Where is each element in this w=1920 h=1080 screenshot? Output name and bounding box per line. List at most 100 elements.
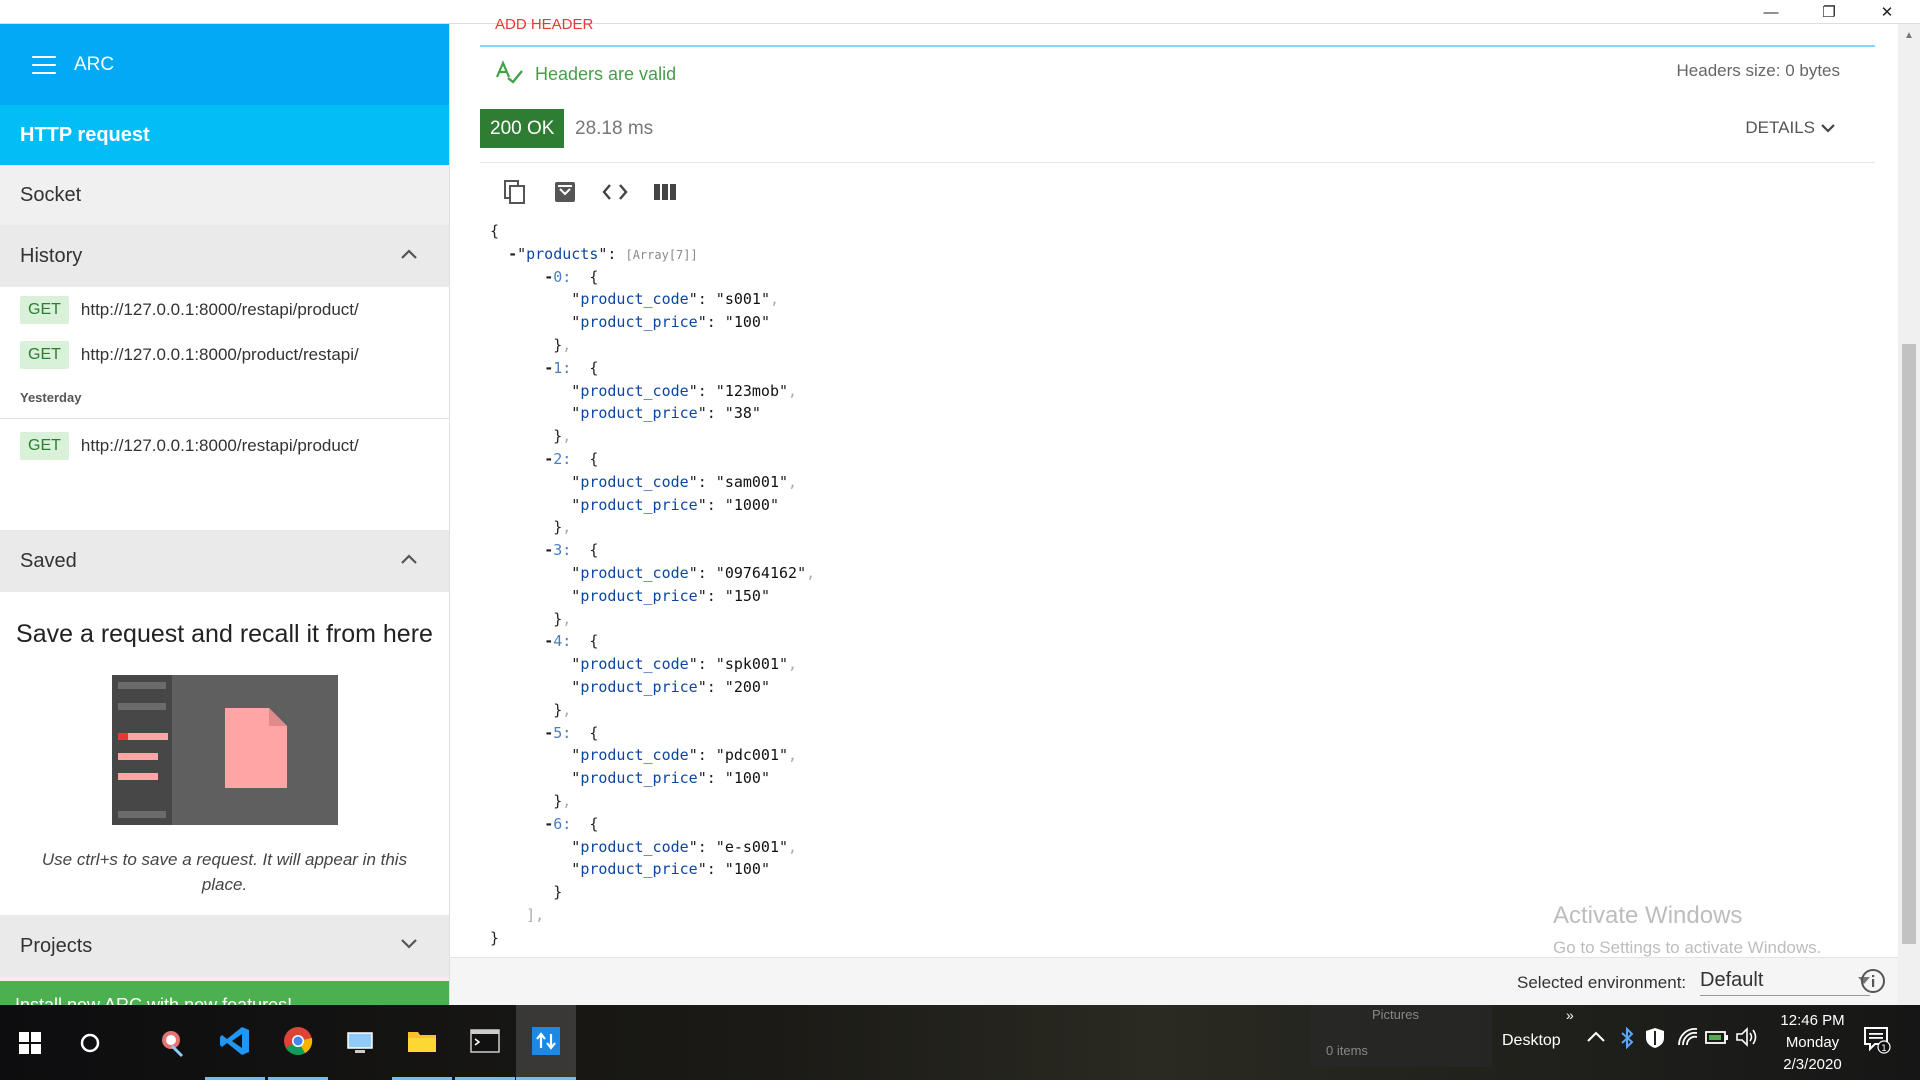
sidebar: ARC HTTP request Socket History GET http… <box>0 24 450 1005</box>
chrome-icon[interactable] <box>268 1005 328 1080</box>
clock-day: Monday <box>1785 1034 1840 1051</box>
chevron-down-icon[interactable] <box>401 939 417 953</box>
info-icon[interactable] <box>1860 968 1886 999</box>
json-field: "product_code": "pdc001", <box>490 746 798 765</box>
history-url: http://127.0.0.1:8000/product/restapi/ <box>80 344 359 364</box>
install-banner[interactable]: Install new ARC with new features! <box>0 981 449 1005</box>
json-field: "product_code": "e-s001", <box>490 837 798 856</box>
battery-icon[interactable] <box>1705 1029 1729 1050</box>
chevron-down-icon <box>1821 124 1835 133</box>
show-hidden-icons-icon[interactable] <box>1587 1029 1605 1047</box>
copy-icon[interactable] <box>490 176 540 208</box>
maximize-button[interactable]: ❐ <box>1800 0 1858 24</box>
arc-app-icon[interactable] <box>516 1005 576 1080</box>
history-day-label: Yesterday <box>0 377 449 419</box>
scrollbar[interactable]: ▲ <box>1898 24 1920 1005</box>
spellcheck-icon <box>495 60 523 89</box>
json-item-start: -2: { <box>544 449 599 468</box>
json-close-brace: } <box>490 928 500 947</box>
snipping-tool-icon[interactable] <box>143 1005 203 1080</box>
details-label: DETAILS <box>1745 118 1815 137</box>
menu-icon[interactable] <box>32 55 56 74</box>
saved-section-header[interactable]: Saved <box>0 530 449 592</box>
json-viewer: { -"products": [Array[7]] -0: { "product… <box>490 220 1290 950</box>
history-url: http://127.0.0.1:8000/restapi/product/ <box>80 435 359 455</box>
json-field: "product_price": "150" <box>490 586 770 605</box>
windows-start-icon[interactable] <box>0 1005 60 1080</box>
close-button[interactable]: ✕ <box>1858 0 1916 24</box>
divider <box>480 162 1875 163</box>
json-item-end: }, <box>490 700 572 719</box>
json-item-start: -6: { <box>544 814 599 833</box>
json-open-brace: { <box>490 222 500 240</box>
minimize-button[interactable]: — <box>1742 0 1800 24</box>
saved-empty-title: Save a request and recall it from here <box>16 620 433 648</box>
json-item-start: -0: { <box>544 267 599 286</box>
scrollbar-thumb[interactable] <box>1902 344 1916 944</box>
json-field: "product_code": "spk001", <box>490 655 798 674</box>
file-explorer-icon[interactable] <box>392 1005 452 1080</box>
json-field: "product_price": "100" <box>490 769 770 788</box>
vscode-icon[interactable] <box>205 1005 265 1080</box>
environment-select[interactable]: Default <box>1700 966 1870 996</box>
saved-empty-state: Save a request and recall it from here U… <box>0 592 449 915</box>
remote-desktop-icon[interactable] <box>330 1005 390 1080</box>
overflow-chevron-icon[interactable]: » <box>1566 1007 1574 1023</box>
code-icon[interactable] <box>590 176 640 208</box>
environment-bar: Selected environment: Default <box>450 957 1920 1005</box>
folder-peek-title: Pictures <box>1372 1007 1419 1022</box>
notification-center-icon[interactable]: 1 <box>1862 1025 1892 1060</box>
wifi-icon[interactable] <box>1677 1027 1699 1052</box>
json-item-end: }, <box>490 518 572 537</box>
notification-count: 1 <box>1881 1044 1887 1054</box>
projects-section-header[interactable]: Projects <box>0 915 449 977</box>
saved-hint: Use ctrl+s to save a request. It will ap… <box>41 850 408 894</box>
watermark-subtitle: Go to Settings to activate Windows. <box>1553 938 1822 957</box>
watermark-title: Activate Windows <box>1553 902 1743 929</box>
json-item-end: }, <box>490 427 572 446</box>
response-panel: ADD HEADER Headers are valid Headers siz… <box>450 16 1920 1005</box>
history-section-header[interactable]: History <box>0 225 449 287</box>
response-toolbar <box>490 176 690 208</box>
json-array-key: -"products": [Array[7]] <box>508 244 698 263</box>
details-button[interactable]: DETAILS <box>1745 118 1835 138</box>
desktop-toolbar[interactable]: Desktop <box>1502 1032 1561 1050</box>
method-badge: GET <box>20 295 69 324</box>
environment-value: Default <box>1700 969 1764 991</box>
scroll-up-icon[interactable]: ▲ <box>1904 30 1914 41</box>
history-list: GET http://127.0.0.1:8000/restapi/produc… <box>0 287 449 530</box>
history-item[interactable]: GET http://127.0.0.1:8000/restapi/produc… <box>0 287 449 332</box>
shield-icon[interactable] <box>1645 1027 1665 1054</box>
terminal-icon[interactable] <box>455 1005 515 1080</box>
json-item-start: -5: { <box>544 723 599 742</box>
history-title: History <box>20 244 83 267</box>
json-item-end: }, <box>490 791 572 810</box>
history-item[interactable]: GET http://127.0.0.1:8000/product/restap… <box>0 332 449 377</box>
clock-time: 12:46 PM <box>1780 1012 1845 1029</box>
chevron-up-icon[interactable] <box>401 249 417 263</box>
saved-title: Saved <box>20 549 77 572</box>
json-item-start: -3: { <box>544 541 599 560</box>
nav-socket[interactable]: Socket <box>0 165 449 225</box>
volume-icon[interactable] <box>1735 1027 1759 1052</box>
app-header: ARC <box>0 24 449 105</box>
save-file-icon[interactable] <box>540 176 590 208</box>
json-field: "product_price": "100" <box>490 860 770 879</box>
json-field: "product_code": "09764162", <box>490 563 816 582</box>
app-name: ARC <box>74 53 115 75</box>
add-header-button[interactable]: ADD HEADER <box>495 16 593 33</box>
environment-label: Selected environment: <box>1517 973 1687 992</box>
activate-windows-watermark: Activate Windows Go to Settings to activ… <box>1553 902 1821 958</box>
nav-http-request[interactable]: HTTP request <box>0 105 449 165</box>
json-field: "product_price": "100" <box>490 313 770 332</box>
bluetooth-icon[interactable] <box>1620 1026 1634 1054</box>
json-field: "product_price": "200" <box>490 677 770 696</box>
json-field: "product_price": "1000" <box>490 495 779 514</box>
columns-icon[interactable] <box>640 176 690 208</box>
history-item[interactable]: GET http://127.0.0.1:8000/restapi/produc… <box>0 423 449 468</box>
json-field: "product_code": "s001", <box>490 290 779 309</box>
taskbar-clock[interactable]: 12:46 PM Monday 2/3/2020 <box>1765 1010 1860 1076</box>
response-timing: 28.18 ms <box>575 118 654 139</box>
chevron-up-icon[interactable] <box>401 554 417 568</box>
cortana-search-icon[interactable] <box>60 1005 120 1080</box>
